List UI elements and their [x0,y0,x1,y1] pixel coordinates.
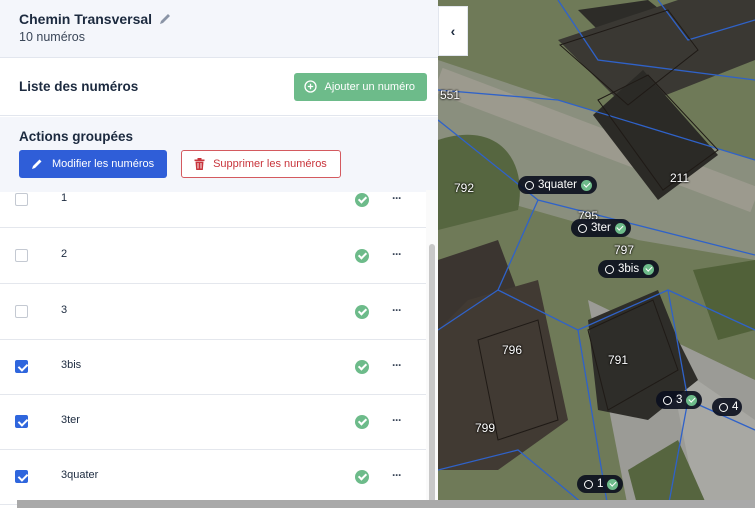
parcel-label: 791 [608,353,629,367]
check-circle-icon [355,305,369,319]
address-marker[interactable]: 3 [656,391,703,409]
list-header: Liste des numéros Ajouter un numéro [0,58,438,116]
number-label: 3 [61,304,68,316]
pencil-icon[interactable] [158,12,172,26]
more-options-icon[interactable]: ··· [392,192,402,204]
street-header: Chemin Transversal 10 numéros [0,0,438,58]
check-circle-icon [643,263,655,275]
horizontal-scrollbar[interactable] [17,500,755,508]
add-number-label: Ajouter un numéro [324,80,416,93]
delete-numbers-label: Supprimer les numéros [213,158,327,170]
parcel-label: 797 [614,243,635,257]
list-item[interactable]: 2 ··· [0,228,426,284]
list-title: Liste des numéros [19,79,139,94]
row-checkbox[interactable] [15,415,28,428]
check-circle-icon [355,249,369,263]
row-checkbox[interactable] [15,249,28,262]
street-count: 10 numéros [19,30,86,44]
list-item[interactable]: 1 ··· [0,172,426,228]
address-marker[interactable]: 3bis [598,260,660,278]
address-marker[interactable]: 4 [712,398,743,416]
marker-ring-icon [578,223,587,233]
marker-label: 3quater [538,179,578,191]
street-panel: Chemin Transversal 10 numéros Liste des … [0,0,438,508]
row-checkbox[interactable] [15,470,28,483]
row-checkbox[interactable] [15,360,28,373]
bulk-actions-title: Actions groupées [19,129,134,144]
number-label: 1 [61,192,68,204]
marker-ring-icon [719,402,728,412]
address-marker[interactable]: 3ter [571,219,631,237]
marker-label: 3 [676,394,683,406]
marker-label: 3ter [591,222,611,234]
marker-label: 3bis [618,263,640,275]
marker-label: 1 [597,478,604,490]
collapse-panel-button[interactable]: ‹ [438,6,468,56]
more-options-icon[interactable]: ··· [392,469,402,481]
modify-numbers-label: Modifier les numéros [52,158,155,170]
plus-circle-icon [303,80,317,93]
pencil-icon [32,159,42,169]
chevron-left-icon: ‹ [450,23,456,39]
more-options-icon[interactable]: ··· [392,304,402,316]
parcel-label: 551 [440,88,461,102]
marker-ring-icon [525,180,534,190]
add-number-button[interactable]: Ajouter un numéro [293,72,427,101]
list-item[interactable]: 3 ··· [0,284,426,340]
row-checkbox[interactable] [15,305,28,318]
marker-ring-icon [584,479,593,489]
list-item[interactable]: 3bis ··· [0,339,426,395]
scrollbar-thumb[interactable] [429,244,435,508]
number-label: 3bis [61,359,82,371]
app: Chemin Transversal 10 numéros Liste des … [0,0,755,508]
trash-icon [194,158,205,170]
check-circle-icon [355,415,369,429]
more-options-icon[interactable]: ··· [392,414,402,426]
row-checkbox[interactable] [15,193,28,206]
marker-label: 4 [732,401,739,413]
marker-ring-icon [663,395,672,405]
list-item[interactable]: 3quater ··· [0,449,426,505]
street-title-row: Chemin Transversal [19,11,438,27]
number-label: 2 [61,248,68,260]
check-circle-icon [686,394,698,406]
marker-ring-icon [605,264,614,274]
check-circle-icon [355,360,369,374]
check-circle-icon [355,470,369,484]
numbers-list: 1 ··· 2 ··· 3 ··· 3bis ··· 3ter ··· 3qua… [0,172,426,508]
map-view[interactable]: 551 792 211 795 797 796 791 799 3quater … [438,0,755,508]
check-circle-icon [581,179,593,191]
number-label: 3ter [61,414,80,426]
address-marker[interactable]: 1 [577,475,624,493]
parcel-label: 796 [502,343,523,357]
list-item[interactable]: 3ter ··· [0,394,426,450]
more-options-icon[interactable]: ··· [392,248,402,260]
address-marker[interactable]: 3quater [518,176,598,194]
check-circle-icon [614,222,626,234]
parcel-label: 211 [670,171,690,185]
number-label: 3quater [61,469,99,481]
street-name: Chemin Transversal [19,11,153,27]
parcel-label: 792 [454,181,475,195]
more-options-icon[interactable]: ··· [392,359,402,371]
parcel-label: 799 [475,421,496,435]
check-circle-icon [355,193,369,207]
check-circle-icon [607,478,619,490]
